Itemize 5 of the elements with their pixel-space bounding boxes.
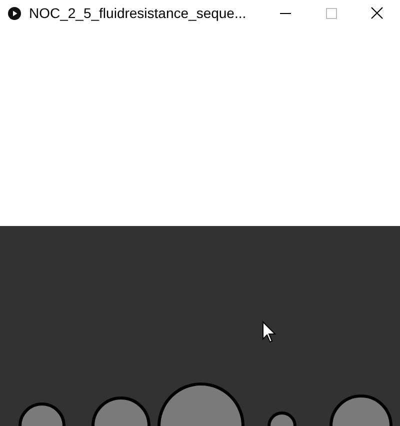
window-title: NOC_2_5_fluidresistance_seque... (29, 4, 246, 23)
app-icon (8, 6, 21, 20)
cursor-icon (262, 320, 276, 343)
maximize-icon (326, 8, 336, 18)
close-icon (371, 7, 383, 19)
